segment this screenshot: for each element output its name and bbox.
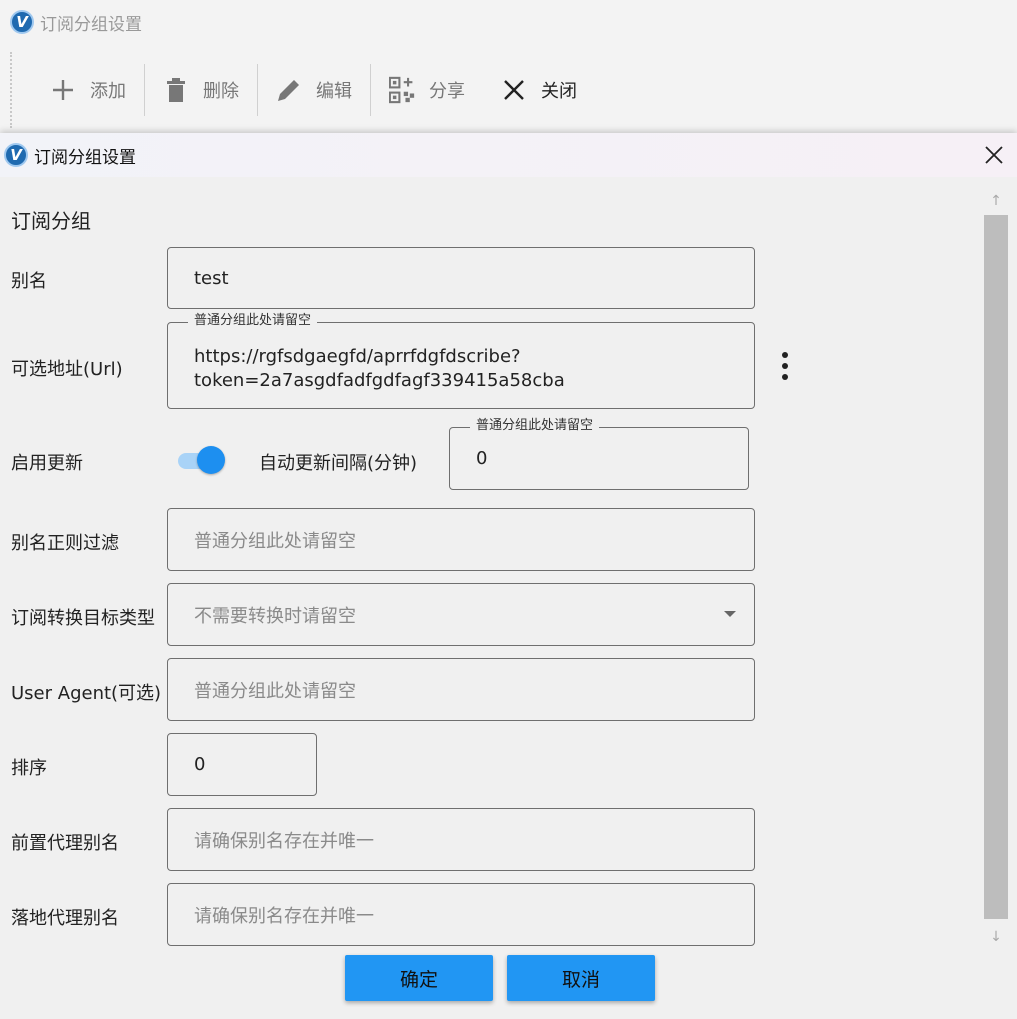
sort-value: 0 <box>194 754 206 775</box>
close-icon <box>985 146 1003 164</box>
edit-button-label: 编辑 <box>316 81 352 102</box>
delete-button-label: 删除 <box>203 81 239 102</box>
more-vertical-icon[interactable] <box>780 352 790 380</box>
url-value-line2: token=2a7asgdfadfgdfagf339415a58cba <box>194 369 565 391</box>
close-button-label: 关闭 <box>541 81 577 102</box>
auto-update-interval-legend: 普通分组此处请留空 <box>470 418 600 434</box>
add-button-label: 添加 <box>90 81 126 102</box>
background-window-titlebar: V 订阅分组设置 <box>10 8 142 36</box>
url-value-line1: https://rgfsdgaegfd/aprrfdgfdscribe? <box>194 345 521 367</box>
auto-update-interval-label: 自动更新间隔(分钟) <box>259 453 418 474</box>
alias-regex-filter-field[interactable]: 普通分组此处请留空 <box>167 508 755 571</box>
logo-icon: V <box>4 143 28 167</box>
sort-label: 排序 <box>11 758 47 779</box>
subscription-group-dialog: V 订阅分组设置 订阅分组 别名 test 可选地址(Url) 普通分组此处请留… <box>0 133 1017 1019</box>
sort-field[interactable]: 0 <box>167 733 317 796</box>
plus-icon <box>50 77 76 103</box>
edit-button[interactable]: 编辑 <box>258 64 370 116</box>
close-button[interactable]: 关闭 <box>483 64 595 116</box>
logo-icon: V <box>10 10 34 34</box>
convert-target-placeholder: 不需要转换时请留空 <box>194 605 356 627</box>
cancel-button[interactable]: 取消 <box>507 955 655 1001</box>
scrollbar-thumb[interactable] <box>984 215 1008 919</box>
enable-update-toggle[interactable] <box>178 446 226 474</box>
background-window: V 订阅分组设置 添加 删除 编辑 分享 关闭 <box>0 0 1017 140</box>
user-agent-field[interactable]: 普通分组此处请留空 <box>167 658 755 721</box>
convert-target-label: 订阅转换目标类型 <box>11 608 155 629</box>
landing-proxy-alias-label: 落地代理别名 <box>11 908 119 929</box>
arrow-down-icon[interactable]: ↓ <box>982 925 1010 949</box>
dialog-title: 订阅分组设置 <box>34 147 136 168</box>
share-button-label: 分享 <box>429 81 465 102</box>
auto-update-interval-value: 0 <box>476 448 488 469</box>
alias-regex-filter-label: 别名正则过滤 <box>11 533 119 554</box>
share-button[interactable]: 分享 <box>371 64 483 116</box>
convert-target-select[interactable]: 不需要转换时请留空 <box>167 583 755 646</box>
pencil-icon <box>276 77 302 103</box>
url-field-legend: 普通分组此处请留空 <box>188 313 318 329</box>
auto-update-interval-field[interactable]: 普通分组此处请留空 0 <box>449 418 749 490</box>
enable-update-label: 启用更新 <box>11 453 83 474</box>
landing-proxy-alias-field[interactable]: 请确保别名存在并唯一 <box>167 883 755 946</box>
url-label: 可选地址(Url) <box>11 359 123 380</box>
background-window-title: 订阅分组设置 <box>40 14 142 35</box>
dialog-titlebar: V 订阅分组设置 <box>0 133 1017 177</box>
trash-icon <box>163 77 189 103</box>
delete-button[interactable]: 删除 <box>145 64 257 116</box>
ok-button[interactable]: 确定 <box>345 955 493 1001</box>
vertical-scrollbar[interactable]: ↑ ↓ <box>982 189 1010 949</box>
user-agent-label: User Agent(可选) <box>11 683 162 704</box>
chevron-down-icon <box>724 611 736 617</box>
alias-value: test <box>194 267 229 289</box>
alias-field[interactable]: test <box>167 247 755 309</box>
prev-proxy-alias-field[interactable]: 请确保别名存在并唯一 <box>167 808 755 871</box>
prev-proxy-alias-placeholder: 请确保别名存在并唯一 <box>194 830 374 852</box>
section-title: 订阅分组 <box>11 209 91 233</box>
close-icon <box>501 77 527 103</box>
toggle-thumb <box>197 446 225 474</box>
dialog-close-button[interactable] <box>981 142 1007 168</box>
arrow-up-icon[interactable]: ↑ <box>982 189 1010 213</box>
url-field[interactable]: 普通分组此处请留空 https://rgfsdgaegfd/aprrfdgfds… <box>167 313 755 409</box>
qr-code-icon <box>389 76 415 104</box>
add-button[interactable]: 添加 <box>32 64 144 116</box>
toolbar: 添加 删除 编辑 分享 关闭 <box>10 52 1010 128</box>
alias-regex-filter-placeholder: 普通分组此处请留空 <box>194 530 356 552</box>
user-agent-placeholder: 普通分组此处请留空 <box>194 680 356 702</box>
alias-label: 别名 <box>11 271 47 292</box>
landing-proxy-alias-placeholder: 请确保别名存在并唯一 <box>194 905 374 927</box>
prev-proxy-alias-label: 前置代理别名 <box>11 833 119 854</box>
